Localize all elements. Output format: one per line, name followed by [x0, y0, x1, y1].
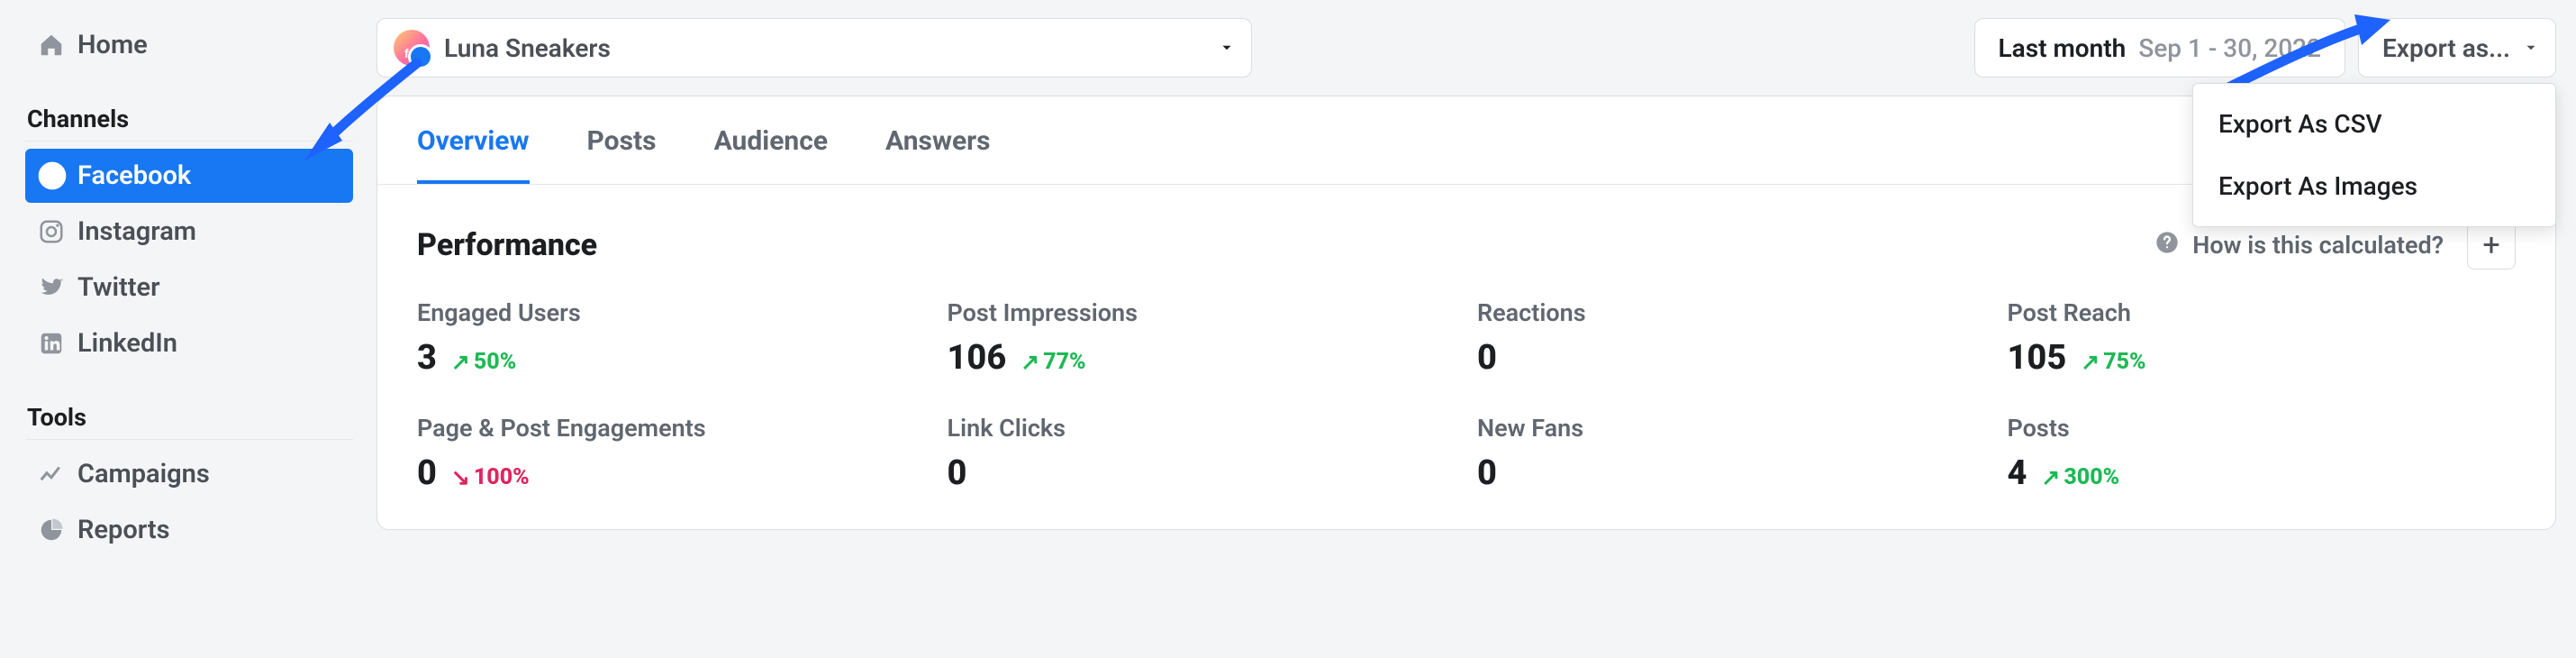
metric-value: 4	[2008, 453, 2027, 493]
sidebar-home-label: Home	[77, 30, 148, 60]
metric-post-impressions: Post Impressions 106 ↗77%	[948, 298, 1456, 378]
metric-value: 105	[2008, 338, 2067, 378]
metric-label: Posts	[2008, 414, 2517, 443]
metric-label: New Fans	[1477, 414, 1986, 443]
sidebar-item-instagram[interactable]: Instagram	[25, 205, 353, 259]
topbar: f Luna Sneakers Last month Sep 1 - 30, 2…	[376, 18, 2556, 78]
metric-value: 3	[417, 338, 437, 378]
metric-label: Engaged Users	[417, 298, 926, 327]
sidebar-item-label: Facebook	[77, 160, 191, 191]
metric-post-reach: Post Reach 105 ↗75%	[2008, 298, 2517, 378]
facebook-icon	[38, 161, 77, 190]
metric-label: Post Reach	[2008, 298, 2517, 327]
metric-delta: ↘100%	[451, 463, 530, 490]
export-label: Export as...	[2382, 33, 2510, 63]
sidebar-item-reports[interactable]: Reports	[25, 503, 353, 557]
sidebar-item-campaigns[interactable]: Campaigns	[25, 447, 353, 501]
sidebar-item-label: Instagram	[77, 216, 196, 247]
metric-posts: Posts 4 ↗300%	[2008, 414, 2517, 493]
arrow-down-icon: ↘	[451, 464, 470, 491]
account-selector[interactable]: f Luna Sneakers	[376, 18, 1252, 78]
metric-new-fans: New Fans 0	[1477, 414, 1986, 493]
sidebar-item-label: LinkedIn	[77, 328, 177, 359]
pie-icon	[38, 516, 77, 544]
export-menu-item-images[interactable]: Export As Images	[2193, 155, 2555, 217]
home-icon	[38, 32, 77, 59]
main: f Luna Sneakers Last month Sep 1 - 30, 2…	[367, 0, 2576, 577]
export-button[interactable]: Export as...	[2358, 18, 2556, 78]
metric-reactions: Reactions 0	[1477, 298, 1986, 378]
account-name: Luna Sneakers	[444, 33, 611, 63]
caret-down-icon	[2523, 40, 2539, 56]
metric-value: 0	[1477, 453, 1497, 493]
date-label: Last month	[1999, 33, 2127, 63]
facebook-badge-icon: f	[404, 46, 409, 60]
metric-label: Post Impressions	[948, 298, 1456, 327]
help-icon	[2154, 230, 2180, 261]
tab-answers[interactable]: Answers	[885, 125, 991, 184]
metric-delta: ↗50%	[451, 348, 516, 375]
how-calculated-link[interactable]: How is this calculated?	[2154, 230, 2444, 261]
account-avatar	[394, 30, 430, 66]
performance-title: Performance	[417, 227, 597, 263]
linkedin-icon	[38, 330, 77, 357]
twitter-icon	[38, 274, 77, 301]
sidebar-item-twitter[interactable]: Twitter	[25, 260, 353, 315]
arrow-up-icon: ↗	[2041, 464, 2060, 491]
sidebar-item-facebook[interactable]: Facebook	[25, 149, 353, 203]
export-menu: Export As CSV Export As Images	[2192, 83, 2556, 227]
metric-engaged-users: Engaged Users 3 ↗50%	[417, 298, 926, 378]
sidebar-item-label: Reports	[77, 515, 170, 545]
metric-value: 0	[417, 453, 437, 493]
sidebar-section-tools: Tools	[25, 396, 353, 440]
tab-posts[interactable]: Posts	[587, 125, 657, 184]
metric-value: 0	[1477, 338, 1497, 378]
metric-label: Reactions	[1477, 298, 1986, 327]
metric-delta: ↗77%	[1020, 348, 1085, 375]
sidebar-item-label: Campaigns	[77, 459, 210, 489]
instagram-icon	[38, 218, 77, 245]
sidebar-item-linkedin[interactable]: LinkedIn	[25, 316, 353, 370]
add-metric-button[interactable]: +	[2467, 221, 2516, 270]
arrow-up-icon: ↗	[2081, 349, 2100, 376]
metric-delta: ↗300%	[2041, 463, 2119, 490]
tab-overview[interactable]: Overview	[417, 125, 530, 184]
metric-label: Link Clicks	[948, 414, 1456, 443]
arrow-up-icon: ↗	[451, 349, 470, 376]
sidebar: Home Channels Facebook Instagram Twitter	[0, 0, 367, 577]
trend-icon	[38, 461, 77, 488]
metric-label: Page & Post Engagements	[417, 414, 926, 443]
sidebar-section-channels: Channels	[25, 97, 353, 142]
date-range-picker[interactable]: Last month Sep 1 - 30, 2022	[1974, 18, 2345, 78]
date-range: Sep 1 - 30, 2022	[2138, 33, 2321, 63]
metrics-grid: Engaged Users 3 ↗50% Post Impressions 10…	[377, 286, 2555, 493]
sidebar-home[interactable]: Home	[25, 18, 353, 72]
export-menu-item-csv[interactable]: Export As CSV	[2193, 93, 2555, 155]
sidebar-item-label: Twitter	[77, 272, 160, 303]
metric-value: 0	[948, 453, 967, 493]
metric-link-clicks: Link Clicks 0	[948, 414, 1456, 493]
tab-audience[interactable]: Audience	[714, 125, 828, 184]
metric-delta: ↗75%	[2081, 348, 2145, 375]
caret-down-icon	[1219, 40, 1235, 56]
arrow-up-icon: ↗	[1020, 349, 1039, 376]
metric-value: 106	[948, 338, 1007, 378]
metric-page-post-engagements: Page & Post Engagements 0 ↘100%	[417, 414, 926, 493]
how-calculated-label: How is this calculated?	[2192, 231, 2444, 260]
plus-icon: +	[2482, 227, 2499, 263]
